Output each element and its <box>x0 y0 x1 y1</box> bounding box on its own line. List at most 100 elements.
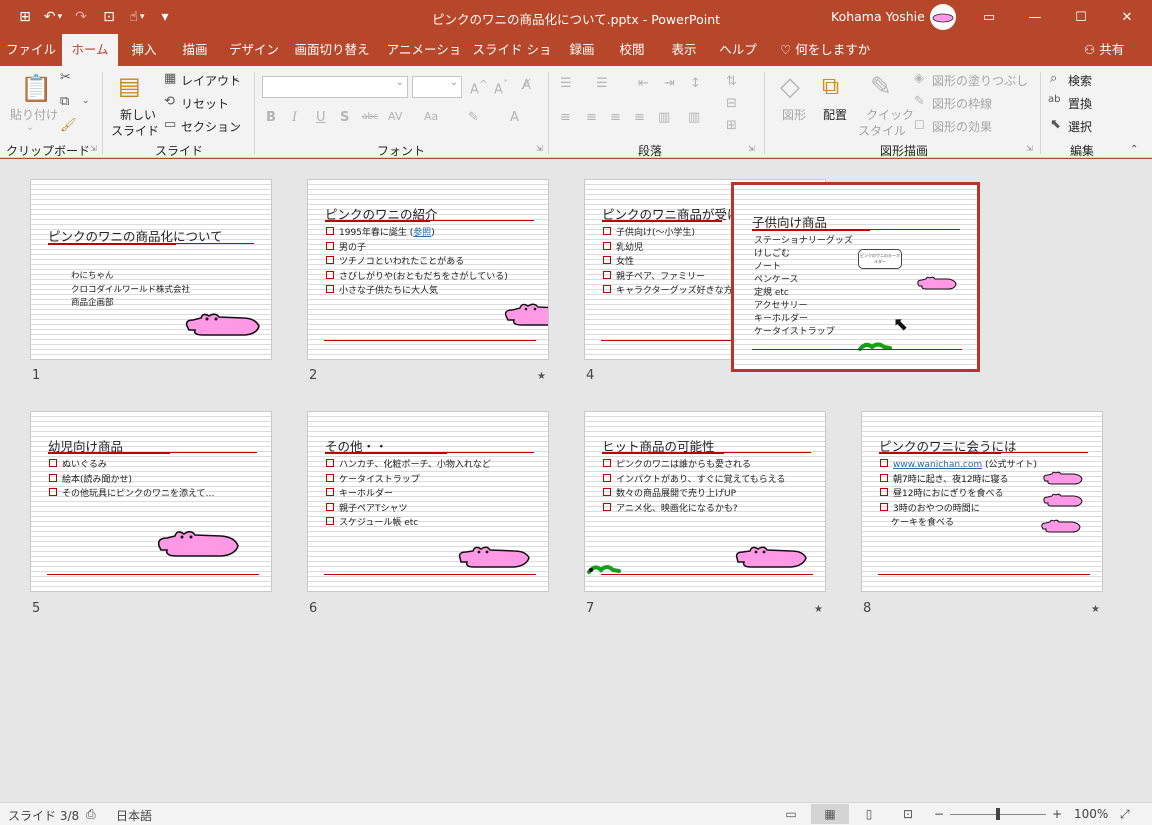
slide-thumbnail-8[interactable]: ピンクのワニに会うには www.wanichan.com (公式サイト) 朝7時… <box>861 411 1103 592</box>
font-size-combo[interactable] <box>412 76 462 98</box>
tab-view[interactable]: 表示 <box>666 34 702 66</box>
tab-file[interactable]: ファイル <box>2 34 60 66</box>
collapse-ribbon-icon[interactable]: ⌃ <box>1130 144 1138 155</box>
reset-button[interactable]: リセット <box>181 95 229 112</box>
decrease-indent-icon[interactable]: ⇤ <box>638 76 649 91</box>
slide-sorter-view-icon[interactable]: ▦ <box>811 804 849 824</box>
shape-fill-button[interactable]: 図形の塗りつぶし <box>932 72 1028 89</box>
select-button[interactable]: 選択 <box>1068 118 1092 135</box>
redo-icon[interactable]: ↷ <box>70 5 92 29</box>
distributed-icon[interactable]: ▥ <box>658 110 670 125</box>
slide-thumbnail-1[interactable]: ピンクのワニの商品化について わにちゃん クロコダイルワールド株式会社 商品企画… <box>30 179 272 360</box>
arrange-icon[interactable]: ⧉ <box>822 72 839 100</box>
line-spacing-icon[interactable]: ↕ <box>690 76 701 91</box>
shape-outline-button[interactable]: 図形の枠線 <box>932 95 992 112</box>
tab-insert[interactable]: 挿入 <box>122 34 166 66</box>
justify-icon[interactable]: ≡ <box>634 110 645 125</box>
arrange-button[interactable]: 配置 <box>823 106 847 123</box>
reset-icon[interactable]: ⟲ <box>164 94 175 109</box>
align-left-icon[interactable]: ≡ <box>560 110 571 125</box>
user-name[interactable]: Kohama Yoshie <box>831 9 925 24</box>
layout-icon[interactable]: ▦ <box>164 71 176 86</box>
slide-thumbnail-7[interactable]: ヒット商品の可能性 ピンクのワニは誰からも愛される インパクトがあり、すぐに覚え… <box>584 411 826 592</box>
slide-thumbnail-5[interactable]: 幼児向け商品 ぬいぐるみ 絵本(読み聞かせ) その他玩具にピンクのワニを添えて… <box>30 411 272 592</box>
select-icon[interactable]: ⬉ <box>1050 117 1061 132</box>
shadow-icon[interactable]: S <box>340 110 349 125</box>
shape-outline-icon[interactable]: ✎ <box>914 94 925 109</box>
ribbon-display-options-icon[interactable]: ▭ <box>966 0 1012 34</box>
cut-icon[interactable]: ✂ <box>60 70 71 85</box>
tab-transitions[interactable]: 画面切り替え <box>292 34 372 66</box>
quick-styles-label-1[interactable]: クイック <box>866 106 914 123</box>
highlight-icon[interactable]: ✎ <box>468 110 479 125</box>
replace-button[interactable]: 置換 <box>1068 95 1092 112</box>
increase-indent-icon[interactable]: ⇥ <box>664 76 675 91</box>
italic-icon[interactable]: I <box>292 110 297 125</box>
find-button[interactable]: 検索 <box>1068 72 1092 89</box>
shape-fill-icon[interactable]: ◈ <box>914 71 924 86</box>
zoom-level[interactable]: 100% <box>1074 807 1108 821</box>
shapes-icon[interactable]: ◇ <box>780 72 800 102</box>
tab-slideshow[interactable]: スライド ショー <box>472 34 552 89</box>
find-icon[interactable]: ⌕ <box>1050 71 1057 86</box>
reading-view-icon[interactable]: ▯ <box>850 804 888 824</box>
tab-draw[interactable]: 描画 <box>172 34 218 66</box>
normal-view-icon[interactable]: ▭ <box>772 804 810 824</box>
save-icon[interactable]: ⊞ <box>14 5 36 29</box>
section-icon[interactable]: ▭ <box>164 117 176 132</box>
clipboard-launcher-icon[interactable]: ⇲ <box>90 144 97 153</box>
copy-icon[interactable]: ⧉ <box>60 94 69 109</box>
replace-icon[interactable]: ab <box>1048 94 1060 105</box>
zoom-out-button[interactable]: − <box>934 807 944 821</box>
align-text-icon[interactable]: ⊟ <box>726 96 737 111</box>
bullets-icon[interactable]: ☰ <box>560 76 572 91</box>
close-icon[interactable]: ✕ <box>1104 0 1150 34</box>
decrease-font-icon[interactable]: Aˇ <box>494 78 508 97</box>
drawing-launcher-icon[interactable]: ⇲ <box>1026 144 1033 153</box>
slide-thumbnail-6[interactable]: その他・・ ハンカチ、化粧ポーチ、小物入れなど ケータイストラップ キーホルダー… <box>307 411 549 592</box>
change-case-icon[interactable]: Aa <box>424 110 438 123</box>
new-slide-label-1[interactable]: 新しい <box>120 106 156 123</box>
numbering-icon[interactable]: ☰ <box>596 76 608 91</box>
accessibility-icon[interactable]: ⎙ <box>86 807 96 822</box>
transition-star-icon[interactable]: ★ <box>1091 604 1100 615</box>
slide-thumbnail-2[interactable]: ピンクのワニの紹介 1995年春に誕生 (参照) 男の子 ツチノコといわれたこと… <box>307 179 549 360</box>
share-button[interactable]: ⚇ 共有 <box>1084 34 1124 66</box>
quick-styles-icon[interactable]: ✎ <box>870 72 892 102</box>
columns-icon[interactable]: ▥ <box>688 110 700 125</box>
touch-mode-icon[interactable]: ☝ ▾ <box>126 5 148 29</box>
strikethrough-icon[interactable]: abc <box>362 112 378 122</box>
maximize-icon[interactable]: ☐ <box>1058 0 1104 34</box>
transition-star-icon[interactable]: ★ <box>814 604 823 615</box>
minimize-icon[interactable]: — <box>1012 0 1058 34</box>
avatar[interactable] <box>930 4 956 30</box>
new-slide-icon[interactable]: ▤ <box>118 72 141 100</box>
quick-styles-label-2[interactable]: スタイル <box>858 122 906 139</box>
paste-icon[interactable]: 📋 <box>20 74 52 104</box>
start-presentation-icon[interactable]: ⊡ <box>98 5 120 29</box>
language-indicator[interactable]: 日本語 <box>116 807 152 824</box>
clear-format-icon[interactable]: A̸ <box>522 78 531 93</box>
shape-effects-button[interactable]: 図形の効果 <box>932 118 992 135</box>
zoom-in-button[interactable]: + <box>1052 807 1062 821</box>
paragraph-launcher-icon[interactable]: ⇲ <box>748 144 755 153</box>
tab-review[interactable]: 校閲 <box>614 34 650 66</box>
customize-qat-icon[interactable]: ▾ <box>154 5 176 29</box>
increase-font-icon[interactable]: A^ <box>470 78 488 97</box>
fit-to-window-icon[interactable]: ⤢ <box>1120 807 1130 822</box>
align-right-icon[interactable]: ≡ <box>610 110 621 125</box>
underline-icon[interactable]: U <box>316 110 326 125</box>
transition-star-icon[interactable]: ★ <box>537 371 546 382</box>
undo-icon[interactable]: ↶ ▾ <box>42 5 64 29</box>
tell-me-search[interactable]: ♡ 何をしますか <box>780 34 870 66</box>
font-launcher-icon[interactable]: ⇲ <box>536 144 543 153</box>
text-direction-icon[interactable]: ⇅ <box>726 74 737 89</box>
smartart-icon[interactable]: ⊞ <box>726 118 737 133</box>
shapes-button[interactable]: 図形 <box>782 106 806 123</box>
format-painter-icon[interactable]: 🖌 <box>60 118 77 133</box>
tab-home[interactable]: ホーム <box>62 34 118 66</box>
zoom-slider-thumb[interactable] <box>996 808 1000 820</box>
slideshow-view-icon[interactable]: ⊡ <box>889 804 927 824</box>
tab-help[interactable]: ヘルプ <box>718 34 758 66</box>
char-spacing-icon[interactable]: AV <box>388 110 402 123</box>
